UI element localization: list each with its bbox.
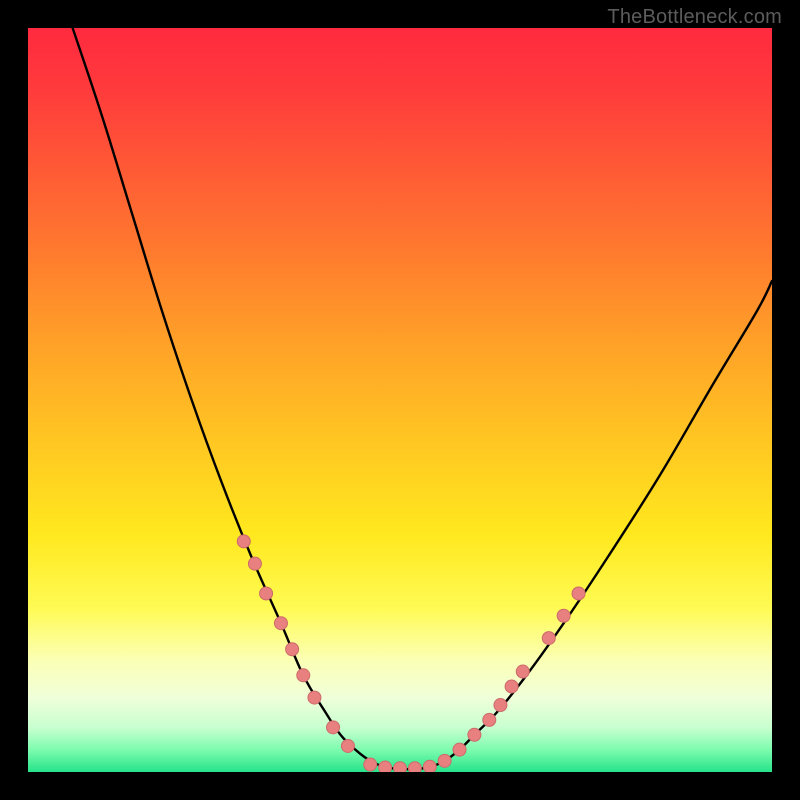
data-marker (494, 699, 507, 712)
data-marker (516, 665, 529, 678)
data-marker (297, 669, 310, 682)
data-marker (379, 761, 392, 772)
data-marker (542, 632, 555, 645)
data-marker (308, 691, 321, 704)
marker-group (237, 535, 585, 772)
chart-svg (28, 28, 772, 772)
data-marker (237, 535, 250, 548)
data-marker (327, 721, 340, 734)
data-marker (468, 728, 481, 741)
data-marker (572, 587, 585, 600)
data-marker (394, 762, 407, 772)
data-marker (505, 680, 518, 693)
data-marker (274, 617, 287, 630)
data-marker (453, 743, 466, 756)
data-marker (341, 739, 354, 752)
bottleneck-curve (73, 28, 772, 769)
watermark-text: TheBottleneck.com (607, 6, 782, 29)
data-marker (438, 754, 451, 767)
plot-area (28, 28, 772, 772)
curve-group (73, 28, 772, 769)
data-marker (557, 609, 570, 622)
data-marker (248, 557, 261, 570)
data-marker (483, 713, 496, 726)
data-marker (260, 587, 273, 600)
chart-stage: TheBottleneck.com (0, 0, 800, 800)
data-marker (364, 758, 377, 771)
data-marker (286, 643, 299, 656)
data-marker (423, 760, 436, 772)
data-marker (408, 762, 421, 772)
